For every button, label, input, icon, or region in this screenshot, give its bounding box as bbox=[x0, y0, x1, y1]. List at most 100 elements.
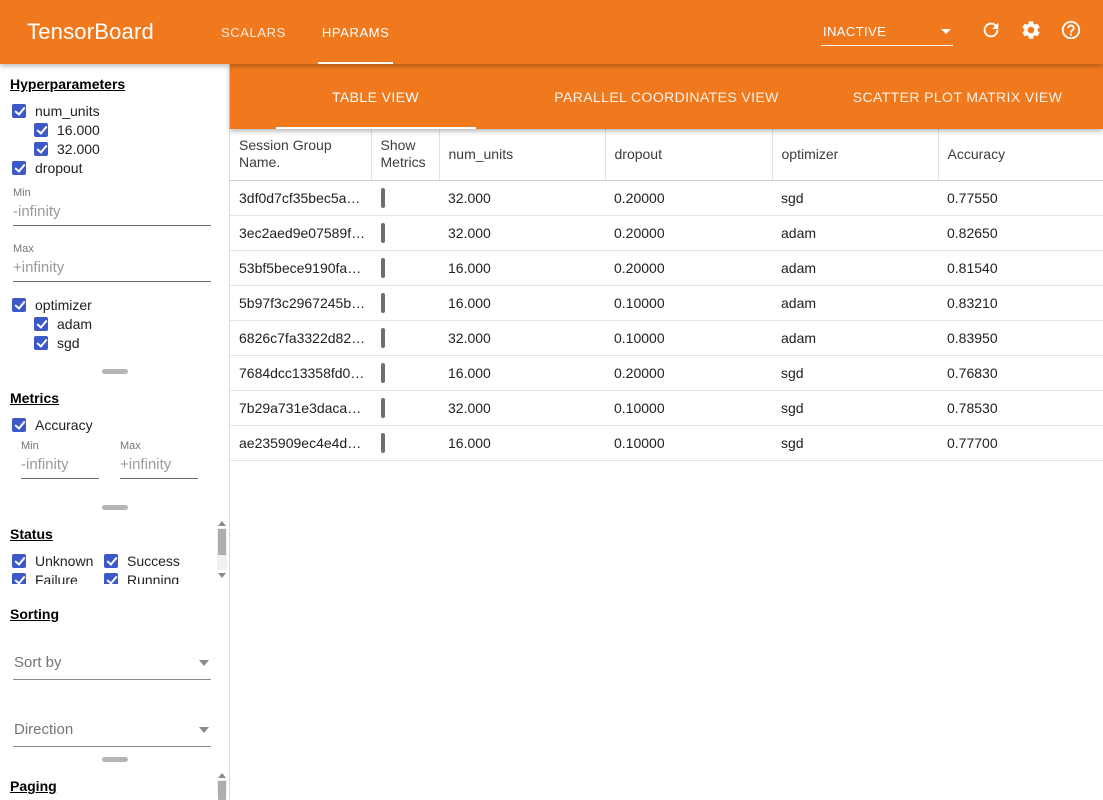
sort-by-select[interactable]: Sort by bbox=[13, 649, 211, 680]
table-row: 3ec2aed9e07589f… 32.000 0.20000 adam 0.8… bbox=[230, 215, 1103, 250]
table-row: ae235909ec4e4d… 16.000 0.10000 sgd 0.777… bbox=[230, 425, 1103, 460]
scrollbar-thumb[interactable] bbox=[218, 529, 226, 555]
checkbox-icon bbox=[12, 573, 26, 585]
refresh-button[interactable] bbox=[971, 12, 1011, 52]
reload-status-dropdown[interactable]: INACTIVE bbox=[821, 19, 953, 46]
optimizer-cell: sgd bbox=[772, 180, 938, 215]
checkbox-icon bbox=[34, 317, 48, 331]
sort-by-value: Sort by bbox=[14, 654, 62, 671]
checkbox-icon bbox=[104, 573, 118, 585]
accuracy-cell: 0.77550 bbox=[938, 180, 1103, 215]
paging-section: Paging Number of matching session groups… bbox=[0, 766, 229, 800]
session-group-name: 3df0d7cf35bec5a… bbox=[230, 180, 371, 215]
scroll-up-icon[interactable] bbox=[217, 518, 227, 528]
checkbox-status-unknown[interactable]: Unknown bbox=[12, 551, 102, 570]
show-metrics-checkbox[interactable] bbox=[381, 223, 385, 243]
paging-scrollbar[interactable] bbox=[217, 770, 227, 796]
checkbox-num-units-16[interactable]: 16.000 bbox=[34, 120, 219, 139]
column-header-show-metrics[interactable]: Show Metrics bbox=[371, 129, 439, 180]
checkbox-num-units[interactable]: num_units bbox=[12, 101, 219, 120]
column-header-num-units[interactable]: num_units bbox=[439, 129, 605, 180]
scrollbar-track[interactable] bbox=[217, 528, 227, 570]
checkbox-accuracy[interactable]: Accuracy bbox=[12, 415, 219, 434]
tab-hparams[interactable]: HPARAMS bbox=[304, 0, 408, 64]
sorting-heading: Sorting bbox=[10, 606, 219, 622]
column-header-optimizer[interactable]: optimizer bbox=[772, 129, 938, 180]
tab-scalars[interactable]: SCALARS bbox=[203, 0, 304, 64]
checkbox-status-success[interactable]: Success bbox=[104, 551, 202, 570]
hparams-main: TABLE VIEW PARALLEL COORDINATES VIEW SCA… bbox=[230, 64, 1103, 800]
checkbox-optimizer-adam[interactable]: adam bbox=[34, 314, 219, 333]
column-header-dropout[interactable]: dropout bbox=[605, 129, 772, 180]
optimizer-cell: adam bbox=[772, 250, 938, 285]
show-metrics-checkbox[interactable] bbox=[381, 258, 385, 278]
column-header-accuracy[interactable]: Accuracy bbox=[938, 129, 1103, 180]
accuracy-max-input[interactable] bbox=[120, 454, 198, 479]
scroll-down-icon[interactable] bbox=[217, 570, 227, 580]
sorting-section: Sorting Sort by Direction bbox=[0, 592, 229, 752]
tab-parallel-coordinates-view[interactable]: PARALLEL COORDINATES VIEW bbox=[521, 64, 812, 129]
table-header-row: Session Group Name. Show Metrics num_uni… bbox=[230, 129, 1103, 180]
show-metrics-checkbox[interactable] bbox=[381, 363, 385, 383]
column-header-session-group-name[interactable]: Session Group Name. bbox=[230, 129, 371, 180]
checkbox-icon bbox=[34, 123, 48, 137]
status-scrollbar[interactable] bbox=[217, 518, 227, 580]
session-group-name: 5b97f3c2967245b… bbox=[230, 285, 371, 320]
direction-select[interactable]: Direction bbox=[13, 716, 211, 747]
table-row: 6826c7fa3322d82… 32.000 0.10000 adam 0.8… bbox=[230, 320, 1103, 355]
show-metrics-checkbox[interactable] bbox=[381, 433, 385, 453]
show-metrics-checkbox[interactable] bbox=[381, 293, 385, 313]
view-tabs: TABLE VIEW PARALLEL COORDINATES VIEW SCA… bbox=[230, 64, 1103, 129]
session-group-name: 7b29a731e3daca… bbox=[230, 390, 371, 425]
checkbox-icon bbox=[12, 298, 26, 312]
tab-table-view[interactable]: TABLE VIEW bbox=[230, 64, 521, 129]
num-units-cell: 32.000 bbox=[439, 180, 605, 215]
accuracy-min-input[interactable] bbox=[21, 454, 99, 479]
dropout-max-label: Max bbox=[13, 243, 219, 255]
status-heading: Status bbox=[10, 526, 219, 542]
tab-scatter-plot-matrix-view[interactable]: SCATTER PLOT MATRIX VIEW bbox=[812, 64, 1103, 129]
num-units-cell: 16.000 bbox=[439, 250, 605, 285]
dropout-max-input[interactable] bbox=[13, 257, 211, 282]
chevron-down-icon bbox=[941, 29, 951, 34]
app-header: TensorBoard SCALARS HPARAMS INACTIVE bbox=[0, 0, 1103, 64]
dropout-cell: 0.10000 bbox=[605, 390, 772, 425]
num-units-cell: 32.000 bbox=[439, 320, 605, 355]
help-icon bbox=[1060, 19, 1082, 46]
gear-icon bbox=[1020, 19, 1042, 46]
show-metrics-checkbox[interactable] bbox=[381, 328, 385, 348]
checkbox-num-units-32[interactable]: 32.000 bbox=[34, 139, 219, 158]
table-row: 53bf5bece9190fa… 16.000 0.20000 adam 0.8… bbox=[230, 250, 1103, 285]
num-units-cell: 32.000 bbox=[439, 215, 605, 250]
scroll-up-icon[interactable] bbox=[217, 770, 227, 780]
hyperparameters-section: Hyperparameters num_units 16.000 32.000 … bbox=[0, 64, 229, 364]
dropout-min-input[interactable] bbox=[13, 201, 211, 226]
checkbox-optimizer-sgd[interactable]: sgd bbox=[34, 333, 219, 352]
settings-button[interactable] bbox=[1011, 12, 1051, 52]
app-title: TensorBoard bbox=[0, 0, 203, 64]
help-button[interactable] bbox=[1051, 12, 1091, 52]
checkbox-icon bbox=[34, 142, 48, 156]
checkbox-dropout[interactable]: dropout bbox=[12, 158, 219, 177]
checkbox-optimizer[interactable]: optimizer bbox=[12, 295, 219, 314]
optimizer-cell: adam bbox=[772, 285, 938, 320]
dropout-cell: 0.20000 bbox=[605, 250, 772, 285]
metrics-section: Metrics Accuracy Min Max bbox=[0, 378, 229, 500]
checkbox-icon bbox=[12, 554, 26, 568]
scrollbar-thumb[interactable] bbox=[218, 781, 226, 800]
section-resize-handle[interactable] bbox=[0, 364, 229, 378]
checkbox-status-running[interactable]: Running bbox=[104, 570, 202, 584]
accuracy-cell: 0.78530 bbox=[938, 390, 1103, 425]
section-resize-handle[interactable] bbox=[0, 752, 229, 766]
optimizer-cell: sgd bbox=[772, 390, 938, 425]
checkbox-status-failure[interactable]: Failure bbox=[12, 570, 102, 584]
status-options: Unknown Success Failure Running bbox=[10, 551, 219, 584]
table-row: 3df0d7cf35bec5a… 32.000 0.20000 sgd 0.77… bbox=[230, 180, 1103, 215]
direction-value: Direction bbox=[14, 721, 73, 738]
show-metrics-checkbox[interactable] bbox=[381, 398, 385, 418]
section-resize-handle[interactable] bbox=[0, 500, 229, 514]
show-metrics-checkbox[interactable] bbox=[381, 188, 385, 208]
optimizer-cell: adam bbox=[772, 215, 938, 250]
scrollbar-track[interactable] bbox=[217, 780, 227, 796]
dropout-cell: 0.20000 bbox=[605, 355, 772, 390]
